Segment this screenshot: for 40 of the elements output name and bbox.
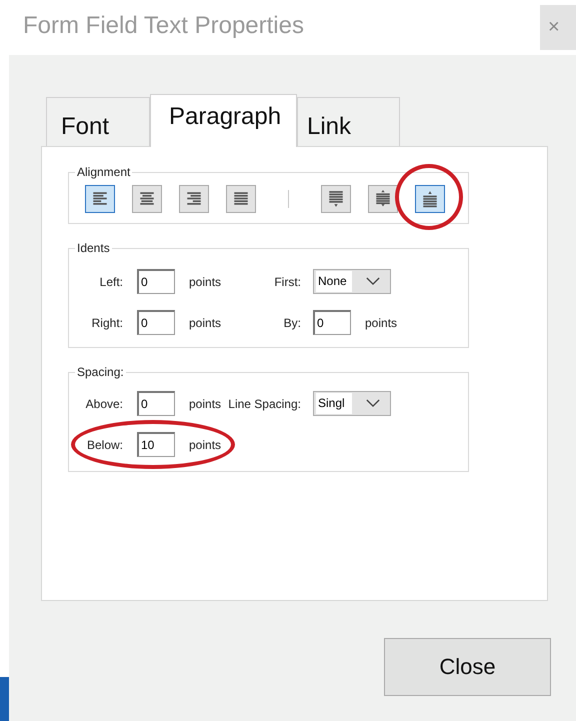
input-field[interactable]: 0	[137, 391, 175, 416]
unit-label: points	[365, 316, 398, 330]
group-label: Alignment	[76, 165, 132, 179]
field-label: By:	[282, 316, 301, 330]
chevron-down-icon	[366, 277, 380, 286]
unit-label: points	[189, 274, 222, 288]
unit-label: points	[189, 316, 222, 330]
tab[interactable]: Paragraph	[150, 94, 297, 147]
align-middle-icon	[376, 190, 390, 208]
group-label: Idents	[76, 241, 111, 255]
tab[interactable]: Font	[46, 97, 150, 146]
field-label: Below:	[86, 438, 123, 452]
field-label: Above:	[84, 396, 123, 410]
dropdown[interactable]: None	[313, 269, 391, 294]
chevron-down-icon	[366, 399, 380, 408]
align-middle-button[interactable]	[368, 185, 398, 213]
align-right-button[interactable]	[179, 185, 209, 213]
unit-label: points	[189, 396, 222, 410]
field-label: Left:	[98, 274, 123, 288]
align-justify-button[interactable]	[226, 185, 256, 213]
input-field[interactable]: 0	[137, 269, 175, 294]
dropdown[interactable]: Singl	[313, 391, 391, 416]
field-label: Right:	[90, 316, 123, 330]
align-top-button[interactable]	[321, 185, 351, 213]
unit-label: points	[189, 438, 222, 452]
align-left-button[interactable]	[85, 185, 115, 213]
field-label: First:	[273, 274, 301, 288]
field-label: Line Spacing:	[227, 396, 301, 410]
window-title: Form Field Text Properties	[23, 12, 304, 40]
taskbar-edge	[0, 677, 9, 721]
align-bottom-button[interactable]	[415, 185, 445, 213]
input-field[interactable]: 0	[313, 310, 351, 335]
close-button[interactable]: Close	[384, 638, 551, 696]
align-center-button[interactable]	[132, 185, 162, 213]
group-label: Spacing:	[76, 365, 125, 379]
input-field[interactable]: 0	[137, 310, 175, 335]
tab[interactable]: Link	[297, 97, 400, 146]
align-bottom-icon	[423, 190, 437, 208]
align-top-icon	[329, 190, 343, 208]
input-field[interactable]: 10	[137, 432, 175, 457]
